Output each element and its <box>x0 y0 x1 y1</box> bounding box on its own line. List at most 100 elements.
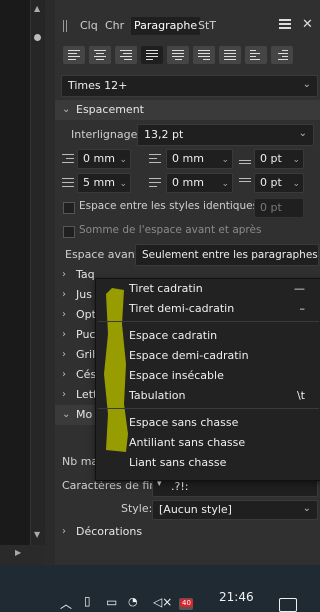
first-line-indent-field[interactable]: 5 mm ⌄ <box>77 173 131 193</box>
justify-all-button[interactable] <box>219 46 241 64</box>
camera-icon[interactable]: ▯ <box>84 594 91 608</box>
identical-styles-checkbox[interactable] <box>63 202 75 214</box>
menu-shortcut: – <box>299 302 306 315</box>
tab-clq[interactable]: Clq <box>80 18 98 34</box>
close-icon[interactable]: ✕ <box>302 17 313 32</box>
last-line-indent-value: 0 mm <box>172 176 204 189</box>
menu-item-liant-sans-chasse[interactable]: Liant sans chasse <box>129 456 226 469</box>
style-dropdown[interactable]: [Aucun style] ⌄ <box>152 500 318 520</box>
menu-separator <box>98 321 319 322</box>
stepper-icon[interactable]: ⌄ <box>221 151 229 169</box>
chevron-right-icon: › <box>62 309 66 320</box>
menu-item-tabulation[interactable]: Tabulation <box>129 389 185 402</box>
chevron-down-icon: ⌄ <box>298 128 307 139</box>
chevron-down-icon: ⌄ <box>302 79 311 90</box>
espacement-title: Espacement <box>76 103 144 116</box>
stepper-icon[interactable]: ⌄ <box>119 175 127 193</box>
style-label: Style: <box>121 502 153 515</box>
left-indent-icon <box>61 152 75 166</box>
menu-item-tiret-cadratin[interactable]: Tiret cadratin <box>129 282 203 295</box>
section-decorations[interactable]: › Décorations <box>55 522 320 542</box>
tab-paragraphe[interactable]: Paragraphe <box>131 17 201 35</box>
chevron-right-icon: › <box>62 526 66 537</box>
wifi-icon[interactable]: ◔ <box>128 595 138 608</box>
stepper-icon[interactable]: ⌄ <box>119 151 127 169</box>
right-indent-field[interactable]: 0 mm ⌄ <box>166 149 233 169</box>
battery-icon[interactable]: ▭ <box>106 595 117 609</box>
space-after-icon <box>238 176 252 190</box>
right-indent-value: 0 mm <box>172 152 204 165</box>
chevron-right-icon: › <box>62 349 66 360</box>
align-left-button[interactable] <box>63 46 85 64</box>
chevron-down-icon: ⌄ <box>62 409 71 420</box>
vertical-scrollbar[interactable]: ▲ ▼ <box>30 0 46 565</box>
first-line-indent-icon <box>61 176 75 190</box>
interlignage-field[interactable]: 13,2 pt ⌄ <box>137 124 314 146</box>
paragraph-style-dropdown[interactable]: Times 12+ ⌄ <box>61 75 318 97</box>
clock-time[interactable]: 21:46 <box>219 590 254 604</box>
menu-item-espace-sans-chasse[interactable]: Espace sans chasse <box>129 416 238 429</box>
espace-avant-label: Espace avant: <box>65 248 143 261</box>
justify-center-button[interactable] <box>167 46 189 64</box>
chevron-down-icon: ⌄ <box>62 104 71 115</box>
panel-divider[interactable] <box>45 0 55 565</box>
last-line-indent-field[interactable]: 0 mm ⌄ <box>166 173 233 193</box>
tab-stt[interactable]: StT <box>198 18 216 34</box>
sum-spacing-label: Somme de l'espace avant et après <box>79 224 262 236</box>
right-indent-icon <box>148 152 162 166</box>
notification-center-icon[interactable] <box>279 598 297 612</box>
menu-item-antiliant-sans-chasse[interactable]: Antiliant sans chasse <box>129 436 245 449</box>
space-before-field[interactable]: 0 pt ⌄ <box>254 149 304 169</box>
highlight-marker-stroke <box>104 288 128 452</box>
scroll-thumb[interactable] <box>34 34 41 41</box>
menu-shortcut: — <box>294 282 305 295</box>
notification-app-icon[interactable]: 40 <box>177 594 195 612</box>
justify-right-button[interactable] <box>193 46 215 64</box>
space-after-field[interactable]: 0 pt ⌄ <box>254 173 304 193</box>
scroll-up-icon[interactable]: ▲ <box>34 4 40 13</box>
stepper-icon[interactable]: ⌄ <box>292 151 300 169</box>
paragraph-style-value: Times 12+ <box>68 79 128 92</box>
volume-muted-icon[interactable]: ◁× <box>153 595 172 609</box>
first-line-indent-value: 5 mm <box>83 176 115 189</box>
panel-menu-icon[interactable] <box>279 19 291 29</box>
stepper-icon[interactable]: ⌄ <box>292 175 300 193</box>
scroll-right-icon[interactable]: ▶ <box>15 548 21 557</box>
tab-chr[interactable]: Chr <box>105 18 124 34</box>
align-away-spine-button[interactable] <box>271 46 293 64</box>
sum-spacing-checkbox[interactable] <box>63 226 75 238</box>
chevron-down-icon: ⌄ <box>302 503 311 514</box>
chevron-right-icon: › <box>62 369 66 380</box>
align-spine-button[interactable] <box>245 46 267 64</box>
nb-ma-label: Nb ma <box>62 455 99 468</box>
space-before-value: 0 pt <box>260 152 282 165</box>
justify-left-button[interactable] <box>141 46 163 64</box>
left-indent-field[interactable]: 0 mm ⌄ <box>77 149 131 169</box>
insert-character-menu: Tiret cadratin — Tiret demi-cadratin – E… <box>95 278 320 481</box>
stepper-icon[interactable]: ⌄ <box>221 175 229 193</box>
identical-styles-field[interactable]: 0 pt <box>254 198 304 218</box>
align-right-button[interactable] <box>115 46 137 64</box>
horizontal-scrollbar[interactable]: ▶ <box>0 545 45 565</box>
menu-item-espace-insecable[interactable]: Espace insécable <box>129 369 224 382</box>
chevron-right-icon: › <box>62 289 66 300</box>
menu-item-espace-cadratin[interactable]: Espace cadratin <box>129 329 217 342</box>
interlignage-label: Interlignage: <box>71 128 142 141</box>
espacement-section-header[interactable]: ⌄ Espacement <box>55 100 320 120</box>
style-value: [Aucun style] <box>159 503 232 516</box>
chevron-up-icon[interactable]: ︿ <box>60 595 72 612</box>
menu-item-tiret-demi-cadratin[interactable]: Tiret demi-cadratin <box>129 302 234 315</box>
panel-grip-icon[interactable] <box>63 20 67 32</box>
espace-avant-value: Seulement entre les paragraphes <box>142 249 318 261</box>
menu-separator <box>98 408 319 409</box>
space-after-value: 0 pt <box>260 176 282 189</box>
align-center-button[interactable] <box>89 46 111 64</box>
scroll-down-icon[interactable]: ▼ <box>34 530 40 539</box>
notification-badge: 40 <box>180 599 193 607</box>
chevron-right-icon: › <box>62 389 66 400</box>
espace-avant-dropdown[interactable]: Seulement entre les paragraphes <box>135 244 319 266</box>
menu-shortcut: \t <box>296 389 305 402</box>
menu-item-espace-demi-cadratin[interactable]: Espace demi-cadratin <box>129 349 249 362</box>
space-before-icon <box>238 152 252 166</box>
interlignage-value: 13,2 pt <box>144 128 184 141</box>
